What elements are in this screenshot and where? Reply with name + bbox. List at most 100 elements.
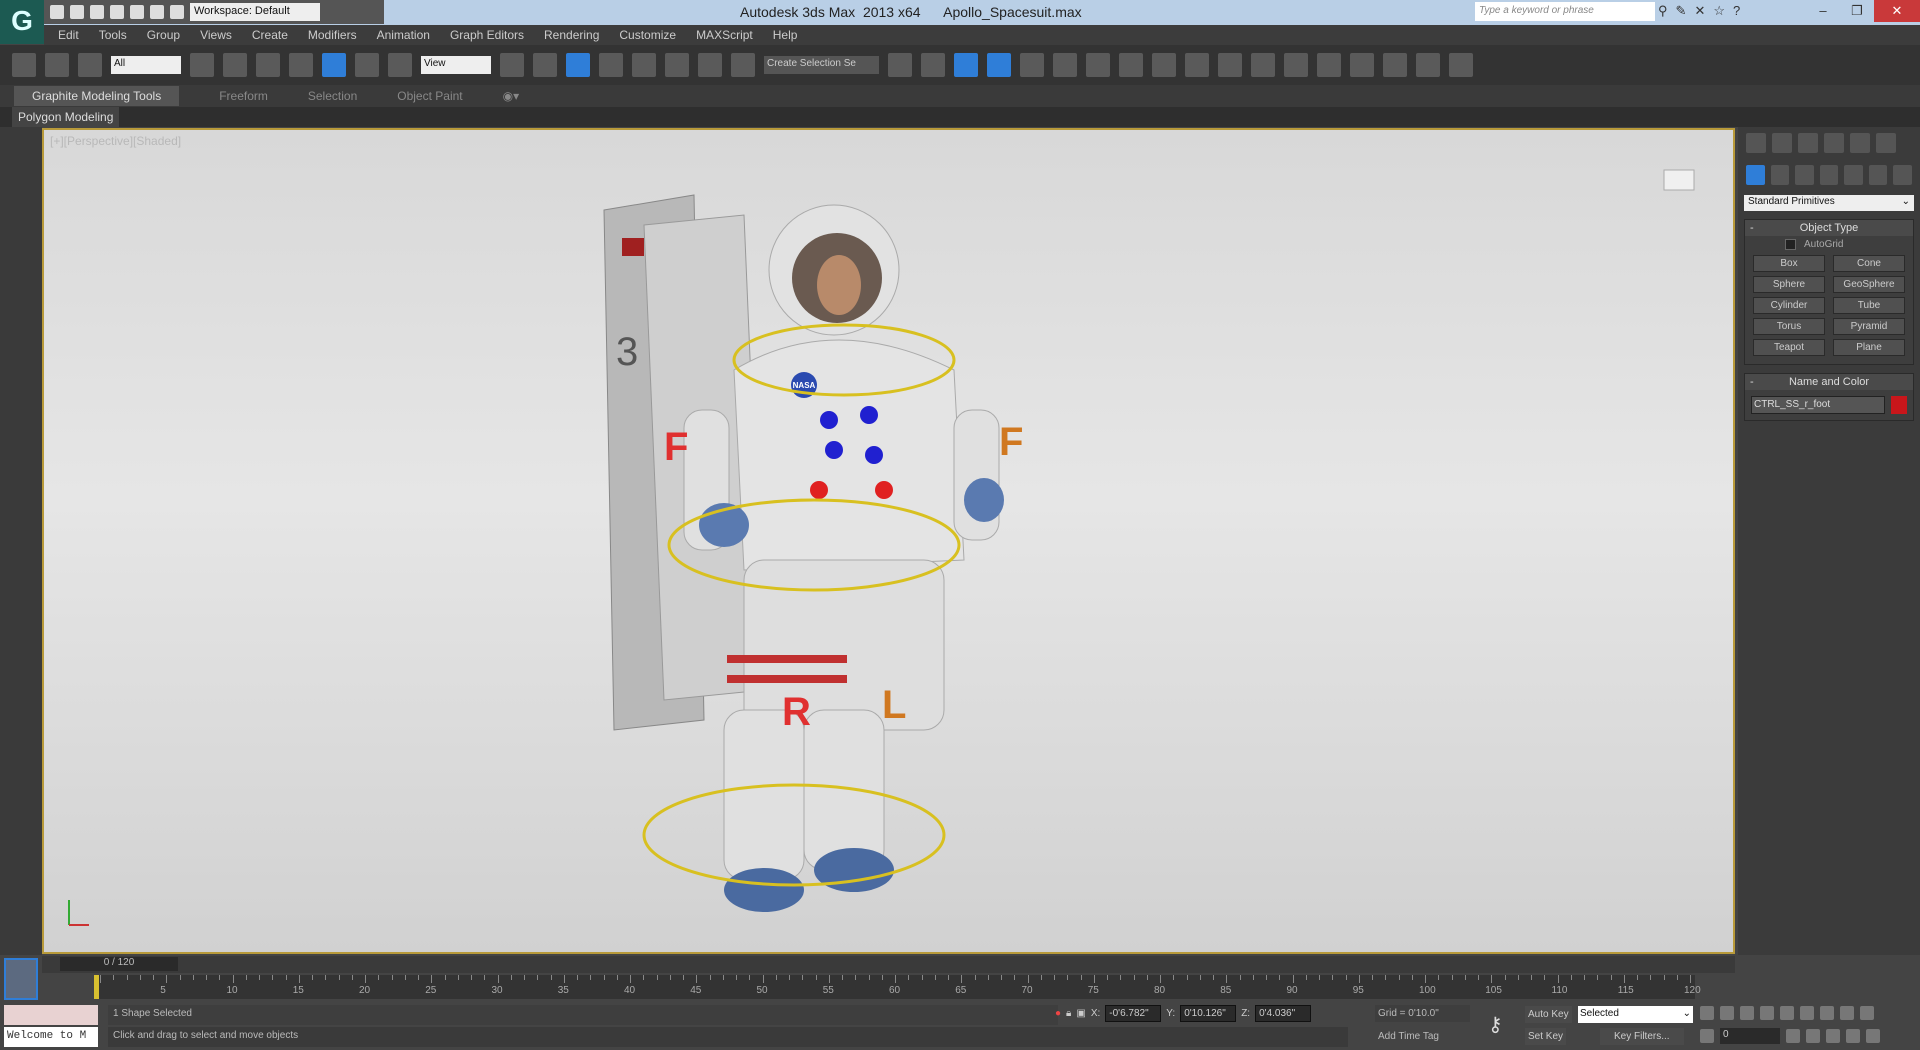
viewport-icon[interactable] (1218, 53, 1242, 77)
helpers-icon[interactable] (1844, 165, 1863, 185)
field-of-view-icon[interactable] (1806, 1029, 1820, 1043)
open-icon[interactable] (70, 5, 84, 19)
rendered-frame-icon[interactable] (1152, 53, 1176, 77)
menu-modifiers[interactable]: Modifiers (308, 28, 357, 42)
object-name-input[interactable]: CTRL_SS_r_foot (1751, 396, 1885, 414)
material-editor-icon[interactable] (1086, 53, 1110, 77)
next-frame-icon[interactable] (1760, 1006, 1774, 1020)
spacewarps-icon[interactable] (1868, 165, 1888, 185)
menu-views[interactable]: Views (200, 28, 232, 42)
schematic-view-icon[interactable] (1053, 53, 1077, 77)
manipulate-icon[interactable] (533, 53, 557, 77)
menu-maxscript[interactable]: MAXScript (696, 28, 753, 42)
display-tab-icon[interactable] (1850, 133, 1870, 153)
binoculars-icon[interactable]: ⚲ (1658, 3, 1668, 19)
z-coordinate-field[interactable]: 0'4.036" (1255, 1005, 1312, 1022)
x-coordinate-field[interactable]: -0'6.782" (1105, 1005, 1162, 1022)
previous-frame-icon[interactable] (1720, 1006, 1734, 1020)
select-object-icon[interactable] (190, 53, 214, 77)
shapes-icon[interactable] (1770, 165, 1790, 185)
menu-edit[interactable]: Edit (58, 28, 79, 42)
category-dropdown[interactable]: Standard Primitives ⌄ (1744, 195, 1914, 211)
hold-icon[interactable] (110, 5, 124, 19)
wrench-icon[interactable]: ✎ (1676, 3, 1687, 19)
zoom-icon[interactable] (1800, 1006, 1814, 1020)
zoom-extents-all-icon[interactable] (1860, 1006, 1874, 1020)
go-to-end-icon[interactable] (1780, 1006, 1794, 1020)
object-type-header[interactable]: - Object Type (1745, 220, 1913, 236)
current-frame-field[interactable]: 0 (1720, 1028, 1780, 1044)
teapot-button[interactable]: Teapot (1753, 339, 1825, 356)
snap-icon[interactable] (599, 53, 623, 77)
time-slider-thumb[interactable]: 0 / 120 (60, 957, 178, 971)
new-icon[interactable] (50, 5, 64, 19)
menu-group[interactable]: Group (147, 28, 180, 42)
menu-tools[interactable]: Tools (99, 28, 127, 42)
modify-tab-icon[interactable] (1772, 133, 1792, 153)
autogrid-checkbox[interactable] (1785, 239, 1796, 250)
layer-manager-icon[interactable] (954, 53, 978, 77)
maximize-viewport-icon[interactable] (1866, 1029, 1880, 1043)
xref-scene-icon[interactable] (1416, 53, 1440, 77)
scale-icon[interactable] (388, 53, 412, 77)
curve-editor-icon[interactable] (1020, 53, 1044, 77)
menu-help[interactable]: Help (773, 28, 798, 42)
tab-graphite-modeling-tools[interactable]: Graphite Modeling Tools (14, 86, 180, 106)
mirror-icon[interactable] (888, 53, 912, 77)
tab-object-paint[interactable]: Object Paint (397, 89, 462, 103)
ribbon-options-icon[interactable]: ◉▾ (503, 89, 520, 103)
project-icon[interactable] (170, 5, 184, 19)
torus-button[interactable]: Torus (1753, 318, 1825, 335)
graphite-toggle-icon[interactable] (987, 53, 1011, 77)
maxscript-listener-input[interactable] (4, 1005, 98, 1025)
time-config-icon[interactable] (1786, 1029, 1800, 1043)
shirt-icon[interactable] (1284, 53, 1308, 77)
name-color-header[interactable]: - Name and Color (1745, 374, 1913, 390)
hierarchy-tab-icon[interactable] (1798, 133, 1818, 153)
pyramid-button[interactable]: Pyramid (1833, 318, 1905, 335)
angle-snap-icon[interactable] (632, 53, 656, 77)
geometry-icon[interactable] (1746, 165, 1765, 185)
link-icon[interactable] (12, 53, 36, 77)
save-icon[interactable] (90, 5, 104, 19)
xref-object-icon[interactable] (1449, 53, 1473, 77)
exchange-icon[interactable]: ✕ (1694, 3, 1705, 19)
y-coordinate-field[interactable]: 0'10.126" (1180, 1005, 1237, 1022)
zoom-extents-icon[interactable] (1840, 1006, 1854, 1020)
keyboard-shortcut-override-icon[interactable] (566, 53, 590, 77)
geosphere-button[interactable]: GeoSphere (1833, 276, 1905, 293)
workspace-dropdown[interactable]: Workspace: Default (190, 3, 320, 21)
track-bar[interactable]: 5 10 15 20 25 30 35 40 45 50 55 60 65 70 75 80 85 90 95 100… (95, 975, 1701, 999)
hair-icon[interactable] (1317, 53, 1341, 77)
key-filters-button[interactable]: Key Filters... (1600, 1028, 1684, 1045)
absolute-mode-icon[interactable]: ▣ (1076, 1008, 1085, 1019)
render-icon[interactable] (1185, 53, 1209, 77)
render-setup-icon[interactable] (1119, 53, 1143, 77)
plane-button[interactable]: Plane (1833, 339, 1905, 356)
mini-curve-editor-button[interactable] (4, 958, 38, 1000)
key-mode-toggle-icon[interactable] (1700, 1029, 1714, 1043)
app-logo-button[interactable]: G (0, 0, 44, 44)
auto-key-button[interactable]: Auto Key (1525, 1006, 1572, 1023)
menu-graph-editors[interactable]: Graph Editors (450, 28, 524, 42)
tube-button[interactable]: Tube (1833, 297, 1905, 314)
key-icon[interactable]: ⚷ (1488, 1012, 1503, 1037)
undo-icon[interactable] (130, 5, 144, 19)
tab-selection[interactable]: Selection (308, 89, 357, 103)
orbit-icon[interactable] (1846, 1029, 1860, 1043)
tab-freeform[interactable]: Freeform (219, 89, 268, 103)
menu-customize[interactable]: Customize (619, 28, 676, 42)
xref-icon[interactable] (1383, 53, 1407, 77)
window-crossing-icon[interactable] (289, 53, 313, 77)
maxscript-listener-output[interactable]: Welcome to M (4, 1027, 98, 1047)
go-to-start-icon[interactable] (1700, 1006, 1714, 1020)
sphere-icon[interactable] (1251, 53, 1275, 77)
lock-selection-icon[interactable]: 🔒︎ (1066, 1008, 1071, 1019)
play-icon[interactable] (1740, 1006, 1754, 1020)
lights-icon[interactable] (1795, 165, 1814, 185)
pivot-icon[interactable] (500, 53, 524, 77)
time-slider-track[interactable] (42, 956, 1735, 973)
minimize-button[interactable]: – (1806, 0, 1840, 22)
menu-create[interactable]: Create (252, 28, 288, 42)
systems-icon[interactable] (1893, 165, 1913, 185)
